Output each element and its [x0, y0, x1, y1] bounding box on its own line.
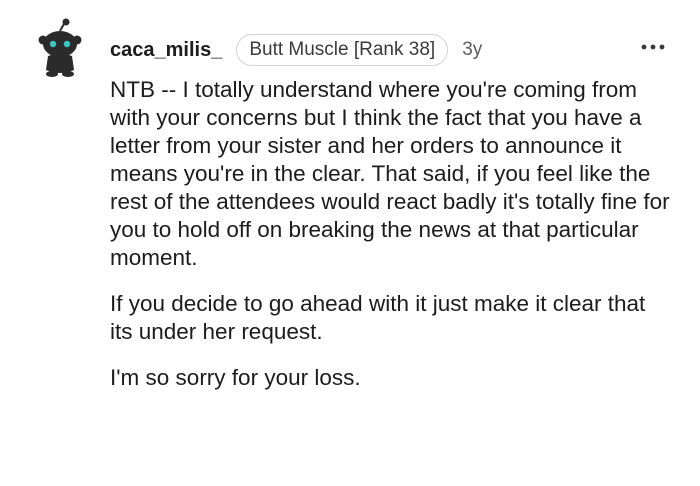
user-flair: Butt Muscle [Rank 38] — [236, 34, 449, 66]
comment-paragraph: If you decide to go ahead with it just m… — [110, 291, 646, 344]
comment-age: 3y — [462, 39, 483, 60]
comment-body: NTB -- I totally understand where you're… — [110, 76, 672, 410]
username-link[interactable]: caca_milis_ — [110, 39, 222, 62]
comment-header: caca_milis_ Butt Muscle [Rank 38] 3y — [110, 34, 482, 66]
more-options-button[interactable] — [638, 36, 668, 58]
ellipsis-icon — [641, 44, 665, 50]
comment-paragraph: NTB -- I totally understand where you're… — [110, 77, 670, 270]
avatar[interactable] — [38, 18, 82, 78]
comment-paragraph: I'm so sorry for your loss. — [110, 365, 361, 390]
comment: caca_milis_ Butt Muscle [Rank 38] 3y NTB… — [0, 0, 700, 486]
snoo-avatar-icon — [38, 18, 82, 77]
